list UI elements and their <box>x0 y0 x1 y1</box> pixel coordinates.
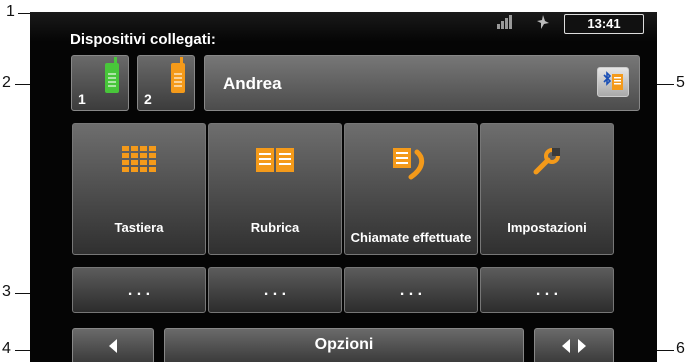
tile-keypad[interactable]: Tastiera <box>72 123 206 255</box>
bluetooth-phonebook-button[interactable] <box>597 67 629 97</box>
callout-4: 4 <box>2 340 11 357</box>
quick-dial-slot-2[interactable]: . . . <box>208 267 342 313</box>
quick-dial-slot-3[interactable]: . . . <box>344 267 478 313</box>
keypad-icon <box>122 146 156 172</box>
active-device-bar: Andrea <box>204 55 640 111</box>
device-1-button[interactable]: 1 <box>71 55 129 111</box>
callout-5: 5 <box>676 74 685 91</box>
tile-phonebook[interactable]: Rubrica <box>208 123 342 255</box>
quick-dial-slot-1[interactable]: . . . <box>72 267 206 313</box>
tile-settings-label: Impostazioni <box>507 220 587 235</box>
connected-devices-label: Dispositivi collegati: <box>70 31 216 48</box>
arrow-left-icon <box>109 339 117 353</box>
tile-settings[interactable]: Impostazioni <box>480 123 614 255</box>
callout-1: 1 <box>6 3 15 20</box>
toggle-view-button[interactable] <box>534 328 614 362</box>
device-2-number: 2 <box>144 91 152 107</box>
phonebook-icon <box>256 148 294 172</box>
wrench-icon <box>533 148 560 175</box>
options-button[interactable]: Opzioni <box>164 328 524 362</box>
phone-icon <box>171 57 185 93</box>
left-right-arrows-icon <box>562 339 586 353</box>
callout-6: 6 <box>676 340 685 357</box>
outgoing-calls-icon <box>393 148 425 180</box>
device-name: Andrea <box>223 74 282 93</box>
device-1-number: 1 <box>78 91 86 107</box>
callout-2: 2 <box>2 74 11 91</box>
signal-icon <box>496 15 512 32</box>
callout-3: 3 <box>2 283 11 300</box>
device-screen: 13:41 Dispositivi collegati: 1 2 Andrea <box>30 12 657 362</box>
quick-dial-slot-4[interactable]: . . . <box>480 267 614 313</box>
gps-satellite-icon <box>535 14 551 33</box>
device-2-button[interactable]: 2 <box>137 55 195 111</box>
clock: 13:41 <box>564 14 644 34</box>
back-button[interactable] <box>72 328 154 362</box>
bluetooth-phonebook-icon <box>603 71 623 90</box>
tile-keypad-label: Tastiera <box>114 220 164 235</box>
tile-outgoing-calls[interactable]: Chiamate effettuate <box>344 123 478 255</box>
tile-outgoing-calls-label: Chiamate effettuate <box>350 230 472 245</box>
tile-phonebook-label: Rubrica <box>250 220 300 235</box>
phone-icon <box>105 57 119 93</box>
